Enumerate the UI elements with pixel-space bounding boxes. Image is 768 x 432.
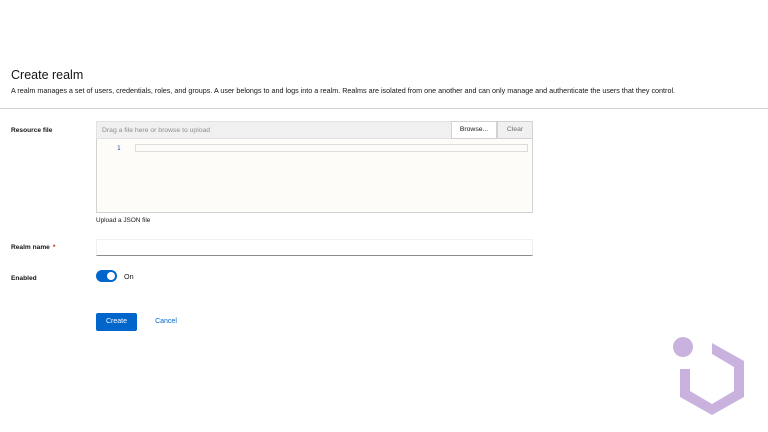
page-header: Create realm A realm manages a set of us… [0,60,768,109]
upload-helper-text: Upload a JSON file [96,217,151,224]
clear-button[interactable]: Clear [497,121,533,139]
json-code-editor[interactable]: 1 [96,139,533,213]
enabled-toggle[interactable] [96,270,117,282]
page-description: A realm manages a set of users, credenti… [11,86,676,95]
toggle-knob [107,272,115,280]
editor-active-line[interactable] [135,144,528,152]
realm-name-input[interactable] [96,239,533,256]
editor-line-number: 1 [117,145,121,152]
enabled-label: Enabled [11,275,37,282]
required-marker: * [52,244,56,251]
realm-name-label-text: Realm name [11,244,50,251]
realm-name-label: Realm name * [11,244,55,251]
page-title: Create realm [11,68,84,82]
resource-file-label: Resource file [11,127,53,134]
io-logo-icon [673,337,744,415]
file-upload-dropzone[interactable]: Drag a file here or browse to upload Bro… [96,121,533,139]
enabled-toggle-state: On [124,272,134,281]
cancel-button[interactable]: Cancel [146,313,186,331]
file-upload-placeholder: Drag a file here or browse to upload [102,127,211,134]
create-button[interactable]: Create [96,313,137,331]
browse-button[interactable]: Browse... [451,121,497,139]
